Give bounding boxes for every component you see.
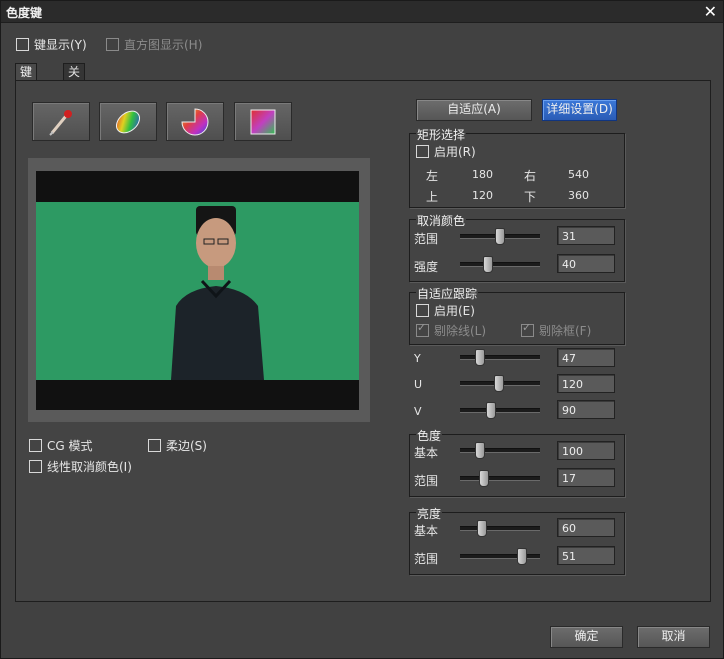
chroma-key-dialog: 色度键 ✕ 键显示(Y) 直方图显示(H) 键设置 关键帧设置 xyxy=(0,0,724,659)
remove-frame-box xyxy=(521,321,534,337)
soft-edge-label: 柔边(S) xyxy=(166,439,207,453)
brightness-base-field[interactable]: 60 xyxy=(557,518,615,537)
cancel-strength-slider[interactable] xyxy=(483,256,493,273)
show-key-checkbox[interactable]: 键显示(Y) xyxy=(16,36,87,53)
ellipse-color-button[interactable] xyxy=(99,102,157,141)
rect-select-group: 矩形选择 启用(R) 左 180 右 540 上 120 下 360 xyxy=(409,126,625,208)
window-title: 色度键 xyxy=(6,6,43,20)
y-field[interactable]: 47 xyxy=(557,348,615,367)
rect-enable-checkbox[interactable]: 启用(R) xyxy=(416,143,476,160)
cg-mode-checkbox[interactable]: CG 模式 xyxy=(29,437,93,454)
remove-line-checkbox: 剔除线(L) xyxy=(416,321,487,339)
rect-select-title: 矩形选择 xyxy=(416,126,467,143)
cancel-strength-label: 强度 xyxy=(414,260,439,274)
show-histogram-label: 直方图显示(H) xyxy=(124,38,203,52)
remove-line-box xyxy=(416,321,429,337)
top-label: 上 xyxy=(426,190,439,204)
bottom-value: 360 xyxy=(568,189,589,202)
y-slider[interactable] xyxy=(475,349,485,366)
cg-mode-label: CG 模式 xyxy=(47,439,93,453)
remove-frame-checkbox: 剔除框(F) xyxy=(521,321,592,339)
remove-frame-label: 剔除框(F) xyxy=(539,324,592,338)
show-histogram-box xyxy=(106,38,119,51)
tracking-enable-checkbox[interactable]: 启用(E) xyxy=(416,302,475,319)
cancel-color-group: 取消颜色 范围 31 强度 40 xyxy=(409,212,625,282)
brightness-base-track[interactable] xyxy=(460,526,540,531)
left-label: 左 xyxy=(426,169,439,183)
color-wheel-icon xyxy=(181,108,209,136)
bottom-label: 下 xyxy=(524,190,537,204)
show-key-label: 键显示(Y) xyxy=(34,38,87,52)
cancel-range-label: 范围 xyxy=(414,232,439,246)
adaptive-button[interactable]: 自适应(A) xyxy=(416,99,532,121)
remove-line-label: 剔除线(L) xyxy=(434,324,487,338)
soft-edge-checkbox[interactable]: 柔边(S) xyxy=(148,437,207,454)
hue-base-label: 基本 xyxy=(414,446,439,460)
cancel-strength-field[interactable]: 40 xyxy=(557,254,615,273)
hue-title: 色度 xyxy=(416,427,443,444)
right-label: 右 xyxy=(524,169,537,183)
linear-cancel-checkbox[interactable]: 线性取消颜色(I) xyxy=(29,458,132,475)
cg-mode-box[interactable] xyxy=(29,439,42,452)
rect-enable-label: 启用(R) xyxy=(434,145,476,159)
cancel-range-field[interactable]: 31 xyxy=(557,226,615,245)
show-histogram-checkbox: 直方图显示(H) xyxy=(106,36,202,53)
soft-edge-box[interactable] xyxy=(148,439,161,452)
brightness-group: 亮度 基本 60 范围 51 xyxy=(409,505,625,575)
top-value: 120 xyxy=(472,189,493,202)
v-slider[interactable] xyxy=(486,402,496,419)
square-color-button[interactable] xyxy=(234,102,292,141)
color-square-icon xyxy=(250,109,276,135)
y-label: Y xyxy=(414,352,421,365)
wheel-color-button[interactable] xyxy=(166,102,224,141)
brightness-base-label: 基本 xyxy=(414,524,439,538)
v-label: V xyxy=(414,405,422,418)
hue-base-track[interactable] xyxy=(460,448,540,453)
hue-range-track[interactable] xyxy=(460,476,540,481)
u-slider[interactable] xyxy=(494,375,504,392)
brightness-base-slider[interactable] xyxy=(477,520,487,537)
u-field[interactable]: 120 xyxy=(557,374,615,393)
cancel-color-title: 取消颜色 xyxy=(416,212,467,229)
show-key-box[interactable] xyxy=(16,38,29,51)
v-track[interactable] xyxy=(460,408,540,413)
linear-cancel-label: 线性取消颜色(I) xyxy=(47,460,132,474)
video-preview xyxy=(36,171,359,410)
tab-key-settings[interactable]: 键设置 xyxy=(15,63,38,113)
eyedropper-button[interactable] xyxy=(32,102,90,141)
adaptive-tracking-group: 自适应跟踪 启用(E) 剔除线(L) 剔除框(F) xyxy=(409,285,625,345)
brightness-range-label: 范围 xyxy=(414,552,439,566)
rect-enable-box[interactable] xyxy=(416,145,429,158)
hue-base-field[interactable]: 100 xyxy=(557,441,615,460)
cancel-button[interactable]: 取消 xyxy=(637,626,710,648)
brightness-title: 亮度 xyxy=(416,505,443,522)
hue-base-slider[interactable] xyxy=(475,442,485,459)
left-value: 180 xyxy=(472,168,493,181)
brightness-range-field[interactable]: 51 xyxy=(557,546,615,565)
linear-cancel-box[interactable] xyxy=(29,460,42,473)
detail-settings-button[interactable]: 详细设置(D) xyxy=(542,99,617,121)
cancel-range-slider[interactable] xyxy=(495,228,505,245)
adaptive-tracking-title: 自适应跟踪 xyxy=(416,285,479,302)
hue-group: 色度 基本 100 范围 17 xyxy=(409,427,625,497)
cancel-strength-track[interactable] xyxy=(460,262,540,267)
tracking-enable-label: 启用(E) xyxy=(434,304,475,318)
presenter-figure xyxy=(171,206,264,380)
y-track[interactable] xyxy=(460,355,540,360)
brightness-range-track[interactable] xyxy=(460,554,540,559)
eyedropper-icon xyxy=(49,110,72,136)
close-icon[interactable]: ✕ xyxy=(704,2,717,21)
u-label: U xyxy=(414,378,423,391)
hue-range-field[interactable]: 17 xyxy=(557,468,615,487)
title-bar: 色度键 ✕ xyxy=(1,1,723,23)
color-ellipse-icon xyxy=(115,110,141,134)
tab-keyframe-settings[interactable]: 关键帧设置 xyxy=(63,63,86,147)
right-value: 540 xyxy=(568,168,589,181)
v-field[interactable]: 90 xyxy=(557,400,615,419)
hue-range-label: 范围 xyxy=(414,474,439,488)
hue-range-slider[interactable] xyxy=(479,470,489,487)
brightness-range-slider[interactable] xyxy=(517,548,527,565)
ok-button[interactable]: 确定 xyxy=(550,626,623,648)
tracking-enable-box[interactable] xyxy=(416,304,429,317)
